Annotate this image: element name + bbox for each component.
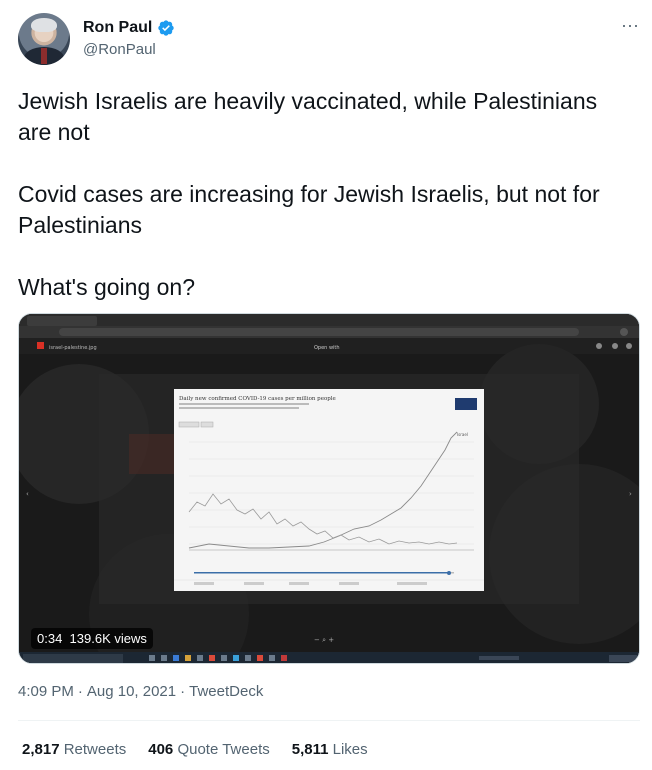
video-views: 139.6K views [69, 631, 147, 646]
video-overlay: 0:34 139.6K views [31, 628, 153, 649]
tweet-text: Jewish Israelis are heavily vaccinated, … [18, 86, 633, 303]
video-time: 0:34 139.6K views [31, 628, 153, 649]
likes-stat[interactable]: 5,811 Likes [292, 741, 368, 758]
retweets-stat[interactable]: 2,817 Retweets [22, 741, 126, 758]
divider [18, 720, 640, 721]
video-player[interactable]: israel-palestine.jpg Open with Daily new… [18, 313, 640, 664]
svg-text:− ⌕ +: − ⌕ + [314, 636, 334, 644]
tweet-date[interactable]: Aug 10, 2021 [87, 683, 176, 700]
tweet-paragraph: Covid cases are increasing for Jewish Is… [18, 181, 600, 238]
chart-title: Daily new confirmed COVID-19 cases per m… [179, 396, 336, 402]
svg-text:›: › [629, 490, 632, 498]
tweet-paragraph: Jewish Israelis are heavily vaccinated, … [18, 88, 598, 145]
tweet-time[interactable]: 4:09 PM [18, 683, 74, 700]
open-with-label: Open with [314, 345, 340, 351]
tweet-header: Ron Paul @RonPaul ··· [18, 13, 642, 67]
author-name-row: Ron Paul [83, 19, 175, 37]
avatar[interactable] [18, 13, 70, 65]
svg-text:Israel: Israel [457, 432, 468, 437]
more-options-icon[interactable]: ··· [618, 16, 642, 34]
svg-text:‹: ‹ [26, 490, 29, 498]
verified-badge-icon [158, 20, 175, 36]
video-frame: israel-palestine.jpg Open with Daily new… [19, 314, 639, 663]
tweet-meta: 4:09 PM · Aug 10, 2021 · TweetDeck [18, 683, 264, 700]
quote-tweets-stat[interactable]: 406 Quote Tweets [148, 741, 269, 758]
author-display-name[interactable]: Ron Paul [83, 19, 152, 37]
tweet-client[interactable]: TweetDeck [189, 683, 263, 700]
tweet-stats: 2,817 Retweets 406 Quote Tweets 5,811 Li… [22, 741, 368, 758]
author-handle[interactable]: @RonPaul [83, 41, 156, 58]
browser-tab-label: israel-palestine.jpg [49, 345, 97, 351]
tweet-paragraph: What's going on? [18, 274, 196, 300]
